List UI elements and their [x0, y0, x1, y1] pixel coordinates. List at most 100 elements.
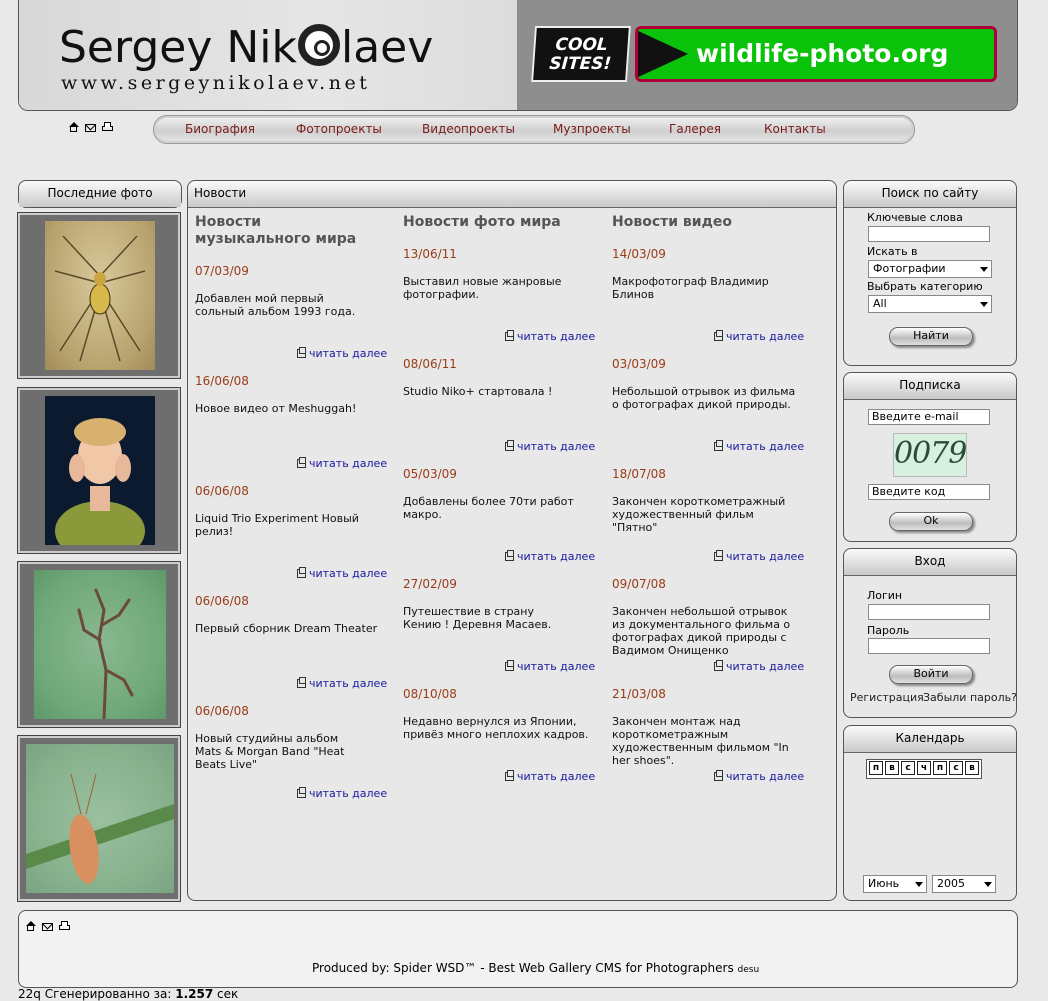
window-icon	[297, 567, 306, 578]
nav-photo-projects[interactable]: Фотопроекты	[296, 122, 382, 136]
read-more-link[interactable]: читать далее	[505, 550, 595, 563]
read-more-link[interactable]: читать далее	[714, 550, 804, 563]
dropdown-arrow-icon	[984, 882, 992, 887]
calendar-weekdays: п в с ч п с в	[866, 759, 982, 779]
cool-sites-badge[interactable]: COOL SITES!	[531, 26, 631, 82]
news-date: 07/03/09	[195, 264, 249, 278]
news-text: Путешествие в страну Кению ! Деревня Мас…	[403, 605, 552, 631]
window-icon	[714, 440, 723, 451]
print-icon[interactable]	[102, 122, 113, 132]
window-icon	[714, 770, 723, 781]
read-more-link[interactable]: читать далее	[505, 770, 595, 783]
category-select[interactable]: All	[868, 295, 992, 313]
news-column-title: Новости видео	[612, 214, 732, 230]
moth-photo-image	[26, 744, 174, 893]
read-more-label: читать далее	[726, 440, 805, 453]
news-text: Недавно вернулся из Японии, привёз много…	[403, 715, 589, 741]
read-more-link[interactable]: читать далее	[714, 440, 804, 453]
spider-photo-image	[45, 221, 155, 370]
produced-by-label: Produced by: Spider WSD™ - Best Web Gall…	[312, 961, 734, 975]
news-panel-title: Новости	[188, 181, 836, 208]
read-more-link[interactable]: читать далее	[714, 770, 804, 783]
news-text: Добавлены более 70ти работ макро.	[403, 495, 574, 521]
window-icon	[714, 550, 723, 561]
news-text: Небольшой отрывок из фильма о фотографах…	[612, 385, 796, 411]
window-icon	[505, 330, 514, 341]
news-column-title: Новости фото мира	[403, 214, 561, 230]
news-date: 16/06/08	[195, 374, 249, 388]
header-logo-area[interactable]: Sergey Nik laev www.sergeynikolaev.net	[19, 0, 517, 110]
nav-gallery[interactable]: Галерея	[669, 122, 721, 136]
calendar-panel-title: Календарь	[844, 726, 1016, 753]
news-column-photo: Новости фото мира	[403, 214, 593, 231]
news-date: 27/02/09	[403, 577, 457, 591]
weekday-label: с	[901, 761, 915, 775]
latest-photo-spider[interactable]	[17, 212, 181, 379]
wildlife-banner[interactable]: wildlife-photo.org	[635, 26, 997, 82]
window-icon	[714, 330, 723, 341]
search-in-value: Фотографии	[873, 262, 946, 275]
window-icon	[505, 440, 514, 451]
read-more-label: читать далее	[309, 677, 388, 690]
latest-photo-moth[interactable]	[17, 735, 181, 902]
mail-icon[interactable]	[85, 122, 96, 132]
login-panel-title: Вход	[844, 549, 1016, 576]
read-more-link[interactable]: читать далее	[297, 567, 387, 580]
read-more-link[interactable]: читать далее	[505, 440, 595, 453]
read-more-link[interactable]: читать далее	[297, 347, 387, 360]
news-column-music: Новости музыкального мира	[195, 214, 385, 248]
weekday-label: п	[933, 761, 947, 775]
news-date: 13/06/11	[403, 247, 457, 261]
print-icon[interactable]	[59, 921, 70, 931]
search-button[interactable]: Найти	[889, 327, 973, 346]
read-more-link[interactable]: читать далее	[505, 330, 595, 343]
news-text: Добавлен мой первый сольный альбом 1993 …	[195, 292, 356, 318]
calendar-month-select[interactable]: Июнь	[863, 875, 927, 893]
register-link[interactable]: Регистрация	[850, 691, 924, 704]
subscribe-ok-button[interactable]: Ok	[889, 512, 973, 531]
subscribe-panel: Подписка Введите e-mail 0079 Введите код…	[843, 372, 1017, 542]
nav-video-projects[interactable]: Видеопроекты	[422, 122, 515, 136]
home-icon[interactable]	[68, 122, 79, 132]
nav-music-projects[interactable]: Музпроекты	[553, 122, 631, 136]
nav-biography[interactable]: Биография	[185, 122, 255, 136]
news-text: Закончен монтаж над короткометражным худ…	[612, 715, 789, 767]
read-more-link[interactable]: читать далее	[297, 457, 387, 470]
mantis-icon	[77, 588, 134, 721]
login-button[interactable]: Войти	[889, 665, 973, 684]
password-field[interactable]	[868, 638, 990, 654]
read-more-link[interactable]: читать далее	[714, 660, 804, 673]
read-more-link[interactable]: читать далее	[714, 330, 804, 343]
login-panel: Вход Логин Пароль Войти Регистрация Забы…	[843, 548, 1017, 718]
category-value: All	[873, 297, 887, 310]
weekday-label: в	[965, 761, 979, 775]
login-field[interactable]	[868, 604, 990, 620]
produced-by-text[interactable]: Produced by: Spider WSD™ - Best Web Gall…	[312, 961, 759, 975]
news-column-video: Новости видео	[612, 214, 802, 231]
calendar-year-select[interactable]: 2005	[932, 875, 996, 893]
page-footer: Produced by: Spider WSD™ - Best Web Gall…	[18, 910, 1018, 988]
latest-photo-portrait[interactable]	[17, 387, 181, 561]
spider-icon	[54, 235, 146, 362]
forgot-password-link[interactable]: Забыли пароль?	[923, 691, 1017, 704]
mail-icon[interactable]	[42, 921, 53, 931]
email-field[interactable]: Введите e-mail	[868, 409, 990, 425]
window-icon	[297, 787, 306, 798]
search-in-select[interactable]: Фотографии	[868, 260, 992, 278]
read-more-link[interactable]: читать далее	[297, 787, 387, 800]
news-date: 08/10/08	[403, 687, 457, 701]
news-text: Новое видео от Meshuggah!	[195, 402, 357, 415]
home-icon[interactable]	[25, 921, 36, 931]
nav-contacts[interactable]: Контакты	[764, 122, 826, 136]
news-column-title: Новости музыкального мира	[195, 214, 357, 247]
read-more-link[interactable]: читать далее	[297, 677, 387, 690]
read-more-link[interactable]: читать далее	[505, 660, 595, 673]
captcha-code-field[interactable]: Введите код	[868, 484, 990, 500]
month-value: Июнь	[868, 877, 900, 890]
latest-photo-mantis[interactable]	[17, 561, 181, 728]
moth-icon	[26, 773, 174, 884]
dropdown-arrow-icon	[915, 882, 923, 887]
keywords-label: Ключевые слова	[867, 211, 963, 224]
keywords-input[interactable]	[868, 226, 990, 242]
weekday-label: ч	[917, 761, 931, 775]
